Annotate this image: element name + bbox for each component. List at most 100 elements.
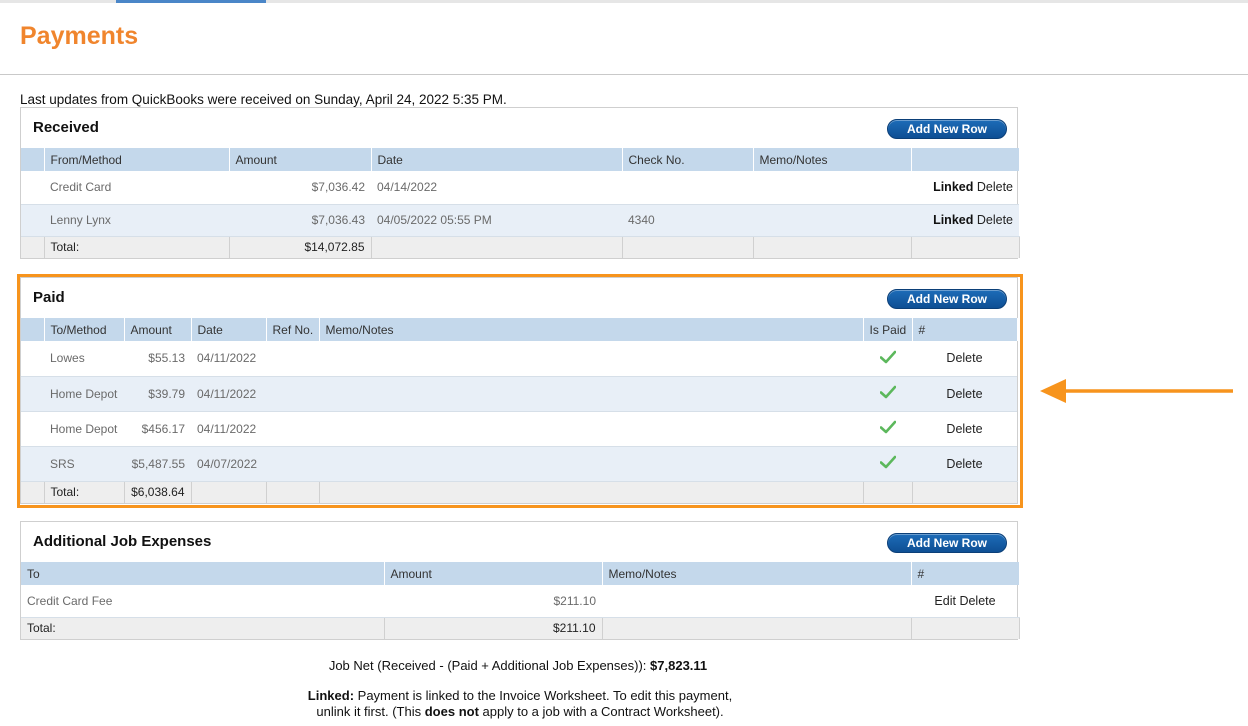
title-divider <box>0 74 1248 75</box>
expense-memo <box>602 585 911 618</box>
delete-link[interactable]: Delete <box>946 351 982 365</box>
linked-explanation: Linked: Payment is linked to the Invoice… <box>0 688 1040 720</box>
expenses-panel: Additional Job Expenses Add New Row To A… <box>20 521 1020 640</box>
table-row: Lenny Lynx $7,036.43 04/05/2022 05:55 PM… <box>21 204 1019 237</box>
expenses-total-label: Total: <box>21 617 385 639</box>
active-tab-indicator <box>116 0 266 3</box>
paid-date: 04/07/2022 <box>191 446 266 482</box>
paid-is-paid-cell <box>863 446 912 482</box>
delete-link[interactable]: Delete <box>959 594 995 608</box>
received-panel-header: Received Add New Row <box>21 108 1017 148</box>
quickbooks-update-note: Last updates from QuickBooks were receiv… <box>20 92 507 107</box>
expenses-col-amount[interactable]: Amount <box>384 562 603 585</box>
job-net-label: Job Net (Received - (Paid + Additional J… <box>328 658 647 673</box>
paid-col-to[interactable]: To/Method <box>44 318 125 341</box>
received-check <box>622 171 753 205</box>
paid-header-row: To/Method Amount Date Ref No. Memo/Notes… <box>21 318 1018 341</box>
received-actions: Linked Delete <box>911 204 1019 237</box>
edit-link[interactable]: Edit <box>934 594 956 608</box>
paid-ref <box>266 341 319 377</box>
paid-date: 04/11/2022 <box>191 341 266 377</box>
paid-is-paid-cell <box>863 341 912 377</box>
paid-ref <box>266 376 319 412</box>
expense-to: Credit Card Fee <box>21 585 384 618</box>
paid-ref <box>266 446 319 482</box>
paid-panel-header: Paid Add New Row <box>21 278 1017 318</box>
paid-add-row-button[interactable]: Add New Row <box>887 289 1007 309</box>
delete-link[interactable]: Delete <box>946 422 982 436</box>
paid-is-paid-cell <box>863 411 912 447</box>
linked-link[interactable]: Linked <box>933 213 973 227</box>
paid-date: 04/11/2022 <box>191 376 266 412</box>
table-row: Credit Card Fee $211.10 Edit Delete <box>21 585 1019 618</box>
received-panel: Received Add New Row From/Method Amount … <box>20 107 1020 259</box>
paid-is-paid-cell <box>863 376 912 412</box>
received-col-amount[interactable]: Amount <box>229 148 372 171</box>
paid-actions: Delete <box>912 411 1017 447</box>
page-title: Payments <box>20 22 139 50</box>
check-icon[interactable] <box>879 455 896 469</box>
received-col-check[interactable]: Check No. <box>622 148 754 171</box>
table-row: Lowes $55.13 04/11/2022 Delete <box>21 341 1017 377</box>
delete-link[interactable]: Delete <box>977 180 1013 194</box>
expenses-total-amount: $211.10 <box>384 617 603 639</box>
paid-total-label: Total: <box>44 481 125 503</box>
expenses-header-row: To Amount Memo/Notes # <box>21 562 1020 585</box>
received-actions: Linked Delete <box>911 171 1019 205</box>
received-total-amount: $14,072.85 <box>229 236 372 258</box>
paid-actions: Delete <box>912 376 1017 412</box>
expenses-col-hash: # <box>911 562 1020 585</box>
paid-amount: $456.17 <box>124 411 191 447</box>
delete-link[interactable]: Delete <box>946 387 982 401</box>
paid-col-memo[interactable]: Memo/Notes <box>319 318 864 341</box>
expense-amount: $211.10 <box>384 585 602 618</box>
paid-col-is-paid[interactable]: Is Paid <box>863 318 913 341</box>
paid-table: To/Method Amount Date Ref No. Memo/Notes… <box>21 318 1018 503</box>
received-amount: $7,036.42 <box>229 171 371 205</box>
paid-col-date[interactable]: Date <box>191 318 267 341</box>
received-total-label: Total: <box>44 236 230 258</box>
paid-memo <box>319 446 863 482</box>
linked-link[interactable]: Linked <box>933 180 973 194</box>
table-row: SRS $5,487.55 04/07/2022 Delete <box>21 446 1017 482</box>
received-amount: $7,036.43 <box>229 204 371 237</box>
received-col-memo[interactable]: Memo/Notes <box>753 148 912 171</box>
linked-note-does-not: does not <box>424 704 479 719</box>
expenses-col-to[interactable]: To <box>21 562 385 585</box>
received-col-date[interactable]: Date <box>371 148 623 171</box>
delete-link[interactable]: Delete <box>946 457 982 471</box>
paid-col-ref[interactable]: Ref No. <box>266 318 320 341</box>
paid-memo <box>319 411 863 447</box>
check-icon[interactable] <box>879 420 896 434</box>
delete-link[interactable]: Delete <box>977 213 1013 227</box>
received-memo <box>753 204 911 237</box>
table-row: Credit Card $7,036.42 04/14/2022 Linked … <box>21 171 1019 205</box>
expenses-add-row-button[interactable]: Add New Row <box>887 533 1007 553</box>
paid-memo <box>319 376 863 412</box>
received-date: 04/14/2022 <box>371 171 622 205</box>
received-memo <box>753 171 911 205</box>
received-from: Credit Card <box>44 171 229 205</box>
job-net-value: $7,823.11 <box>650 658 708 673</box>
table-row: Home Depot $456.17 04/11/2022 Delete <box>21 411 1017 447</box>
job-net-summary: Job Net (Received - (Paid + Additional J… <box>0 658 1036 673</box>
paid-amount: $5,487.55 <box>124 446 191 482</box>
paid-col-amount[interactable]: Amount <box>124 318 192 341</box>
paid-to: SRS <box>44 446 124 482</box>
expenses-panel-header: Additional Job Expenses Add New Row <box>21 522 1017 562</box>
received-total-row: Total: $14,072.85 <box>21 236 1020 258</box>
linked-note-text-3: apply to a job with a Contract Worksheet… <box>482 704 724 719</box>
received-table: From/Method Amount Date Check No. Memo/N… <box>21 148 1020 258</box>
expenses-col-memo[interactable]: Memo/Notes <box>602 562 912 585</box>
received-add-row-button[interactable]: Add New Row <box>887 119 1007 139</box>
paid-date: 04/11/2022 <box>191 411 266 447</box>
expenses-table: To Amount Memo/Notes # Credit Card Fee $… <box>21 562 1020 639</box>
paid-total-amount: $6,038.64 <box>124 481 192 503</box>
paid-col-hash: # <box>912 318 1018 341</box>
received-col-spacer <box>21 148 45 171</box>
received-col-from[interactable]: From/Method <box>44 148 230 171</box>
check-icon[interactable] <box>879 350 896 364</box>
received-title: Received <box>33 119 99 136</box>
check-icon[interactable] <box>879 385 896 399</box>
received-from: Lenny Lynx <box>44 204 229 237</box>
